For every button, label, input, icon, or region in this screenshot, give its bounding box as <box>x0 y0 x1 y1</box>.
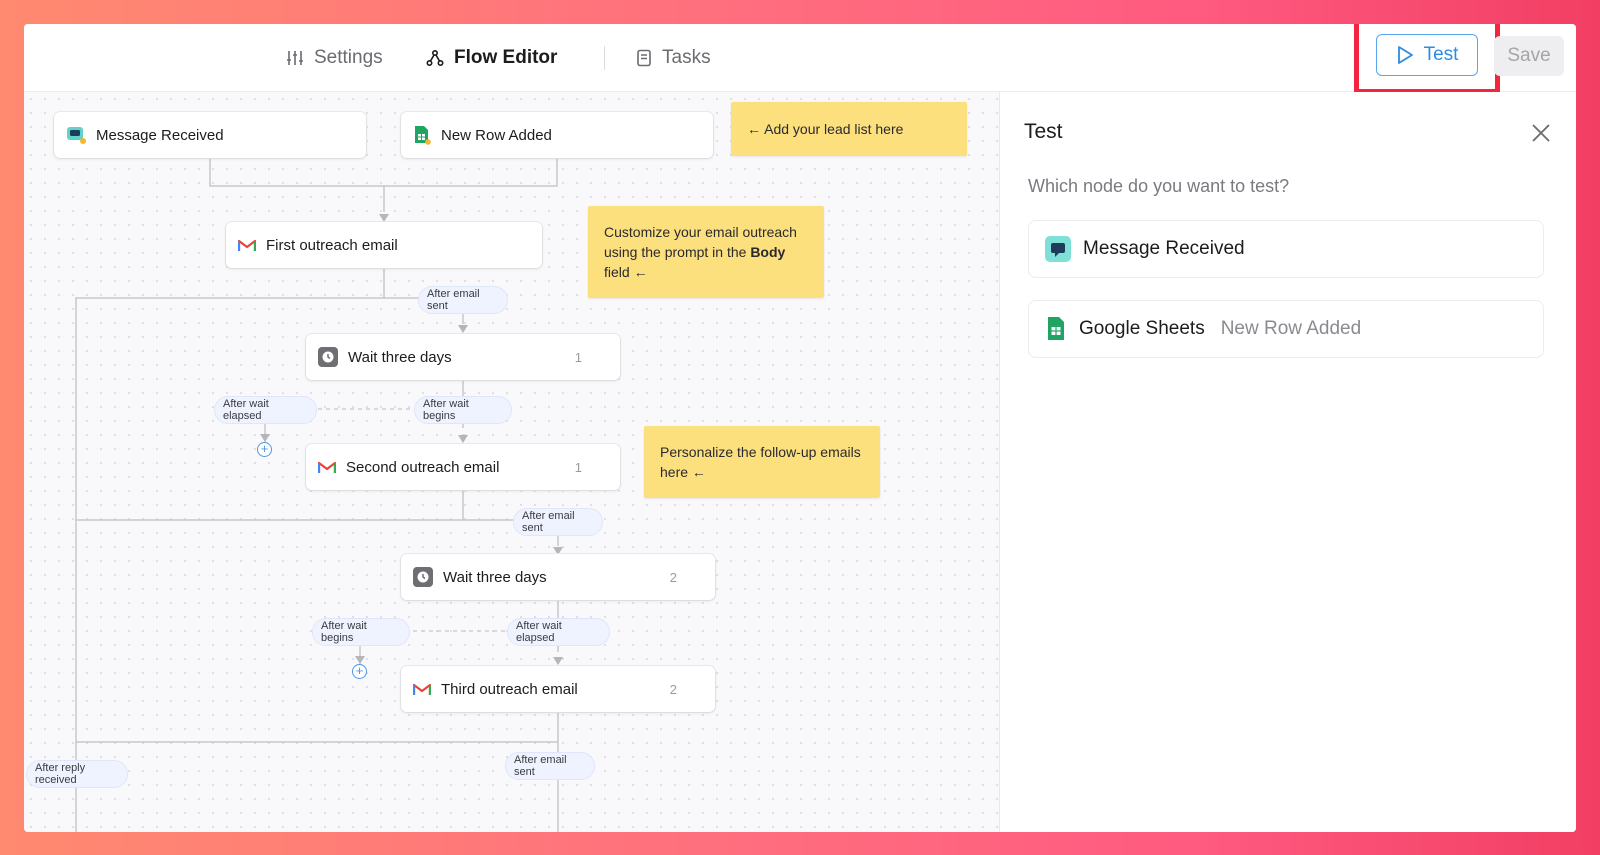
chat-icon <box>66 125 86 145</box>
sliders-icon <box>286 49 304 67</box>
edge-label[interactable]: After wait begins <box>414 396 512 424</box>
edge-label[interactable]: After email sent <box>418 286 508 314</box>
note-customize-outreach: Customize your email outreach using the … <box>588 206 824 298</box>
test-button-label: Test <box>1423 44 1459 65</box>
top-bar: Settings Flow Editor Tasks Test Save <box>24 24 1576 94</box>
note-lead-list: ← Add your lead list here <box>731 102 967 156</box>
test-panel: Test Which node do you want to test? Mes… <box>1000 92 1576 832</box>
edge-label[interactable]: After reply received <box>26 760 128 788</box>
option-label: Message Received <box>1083 238 1245 259</box>
note-personalize-text: Personalize the follow-up emails here ← <box>660 444 861 480</box>
node-count: 1 <box>574 459 582 475</box>
option-sublabel: New Row Added <box>1220 318 1362 339</box>
close-icon[interactable] <box>1530 122 1552 144</box>
node-label: Wait three days <box>443 568 547 586</box>
node-count: 1 <box>574 349 582 365</box>
google-sheets-icon <box>1045 316 1067 342</box>
node-label: Second outreach email <box>346 458 500 476</box>
node-third-outreach-email[interactable]: Third outreach email 2 <box>401 666 715 712</box>
gmail-icon <box>238 238 256 252</box>
note-customize-suffix: field ← <box>604 264 648 280</box>
clock-icon <box>318 347 338 367</box>
test-button[interactable]: Test <box>1376 34 1478 76</box>
edge-label[interactable]: After email sent <box>505 752 595 780</box>
node-label: Third outreach email <box>441 680 578 698</box>
google-sheets-icon <box>413 125 431 145</box>
trigger-node-new-row-added[interactable]: New Row Added <box>401 112 713 158</box>
gmail-icon <box>318 460 336 474</box>
tab-settings-label: Settings <box>314 47 383 68</box>
node-second-outreach-email[interactable]: Second outreach email 1 <box>306 444 620 490</box>
trigger-label: Message Received <box>96 126 224 144</box>
node-count: 2 <box>669 569 677 585</box>
tab-tasks-label: Tasks <box>662 47 711 68</box>
trigger-label: New Row Added <box>441 126 552 144</box>
node-label: Wait three days <box>348 348 452 366</box>
tab-settings[interactable]: Settings <box>286 42 383 74</box>
flow-canvas[interactable]: Message Received New Row Added ← Add you… <box>24 92 1000 832</box>
tab-flow-editor-label: Flow Editor <box>454 47 558 68</box>
edge-label[interactable]: After wait elapsed <box>214 396 317 424</box>
note-lead-list-text: ← Add your lead list here <box>747 121 904 137</box>
node-wait-three-days[interactable]: Wait three days 1 <box>306 334 620 380</box>
note-personalize-followup: Personalize the follow-up emails here ← <box>644 426 880 498</box>
add-node-plus-icon[interactable]: + <box>257 442 272 457</box>
chat-icon <box>1045 236 1071 262</box>
test-option-message-received[interactable]: Message Received <box>1028 220 1544 278</box>
panel-question: Which node do you want to test? <box>1028 176 1290 196</box>
flow-icon <box>426 49 444 67</box>
play-icon <box>1396 45 1414 65</box>
tab-flow-editor[interactable]: Flow Editor <box>426 42 557 74</box>
node-count: 2 <box>669 681 677 697</box>
nav-divider <box>604 46 605 70</box>
tab-tasks[interactable]: Tasks <box>636 42 711 74</box>
edge-label[interactable]: After wait elapsed <box>507 618 610 646</box>
node-wait-three-days[interactable]: Wait three days 2 <box>401 554 715 600</box>
node-label: First outreach email <box>266 236 398 254</box>
save-button[interactable]: Save <box>1494 36 1564 76</box>
clock-icon <box>413 567 433 587</box>
gmail-icon <box>413 682 431 696</box>
edge-label[interactable]: After email sent <box>513 508 603 536</box>
edge-label[interactable]: After wait begins <box>312 618 410 646</box>
panel-title: Test <box>1024 120 1063 143</box>
add-node-plus-icon[interactable]: + <box>352 664 367 679</box>
document-icon <box>636 49 652 67</box>
option-label: Google Sheets <box>1079 318 1205 339</box>
note-customize-bold: Body <box>750 244 786 260</box>
test-option-google-sheets[interactable]: Google Sheets New Row Added <box>1028 300 1544 358</box>
node-first-outreach-email[interactable]: First outreach email <box>226 222 542 268</box>
app-window: Settings Flow Editor Tasks Test Save Mes… <box>24 24 1576 832</box>
trigger-node-message-received[interactable]: Message Received <box>54 112 366 158</box>
